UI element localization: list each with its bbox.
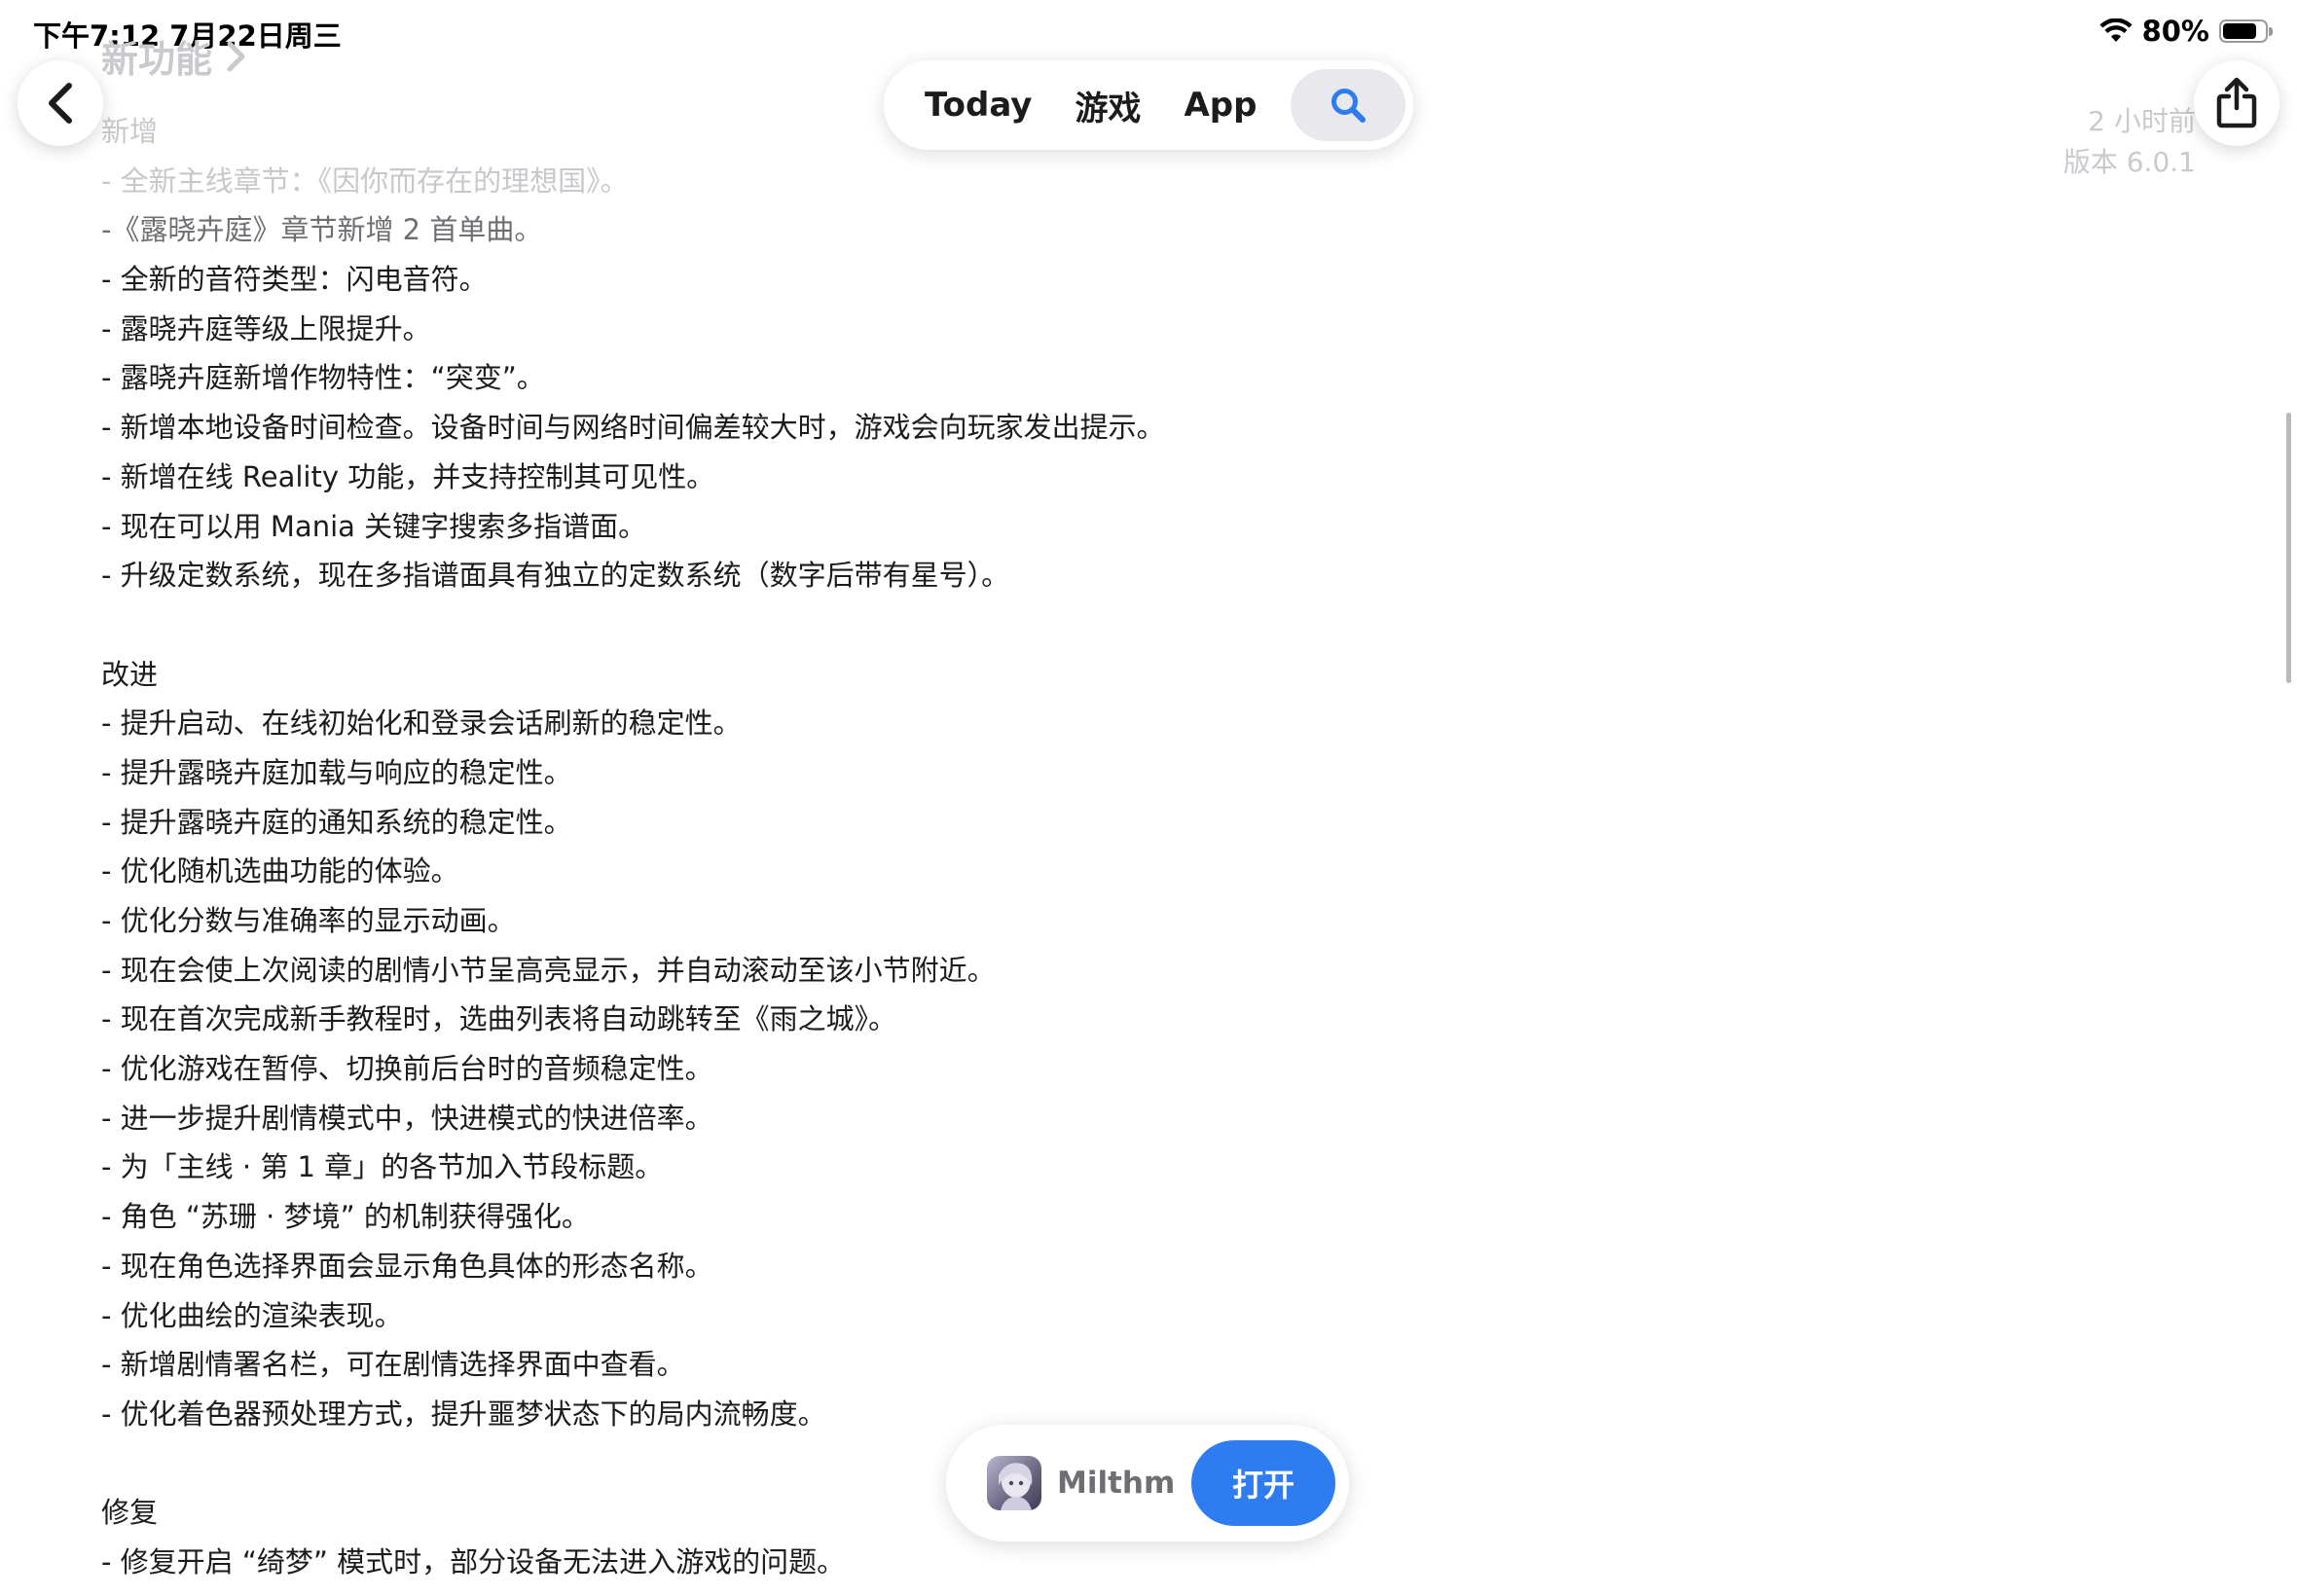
app-open-banner: Milthm 打开 <box>946 1425 1349 1542</box>
note-line: - 全新主线章节：《因你而存在的理想国》。 <box>101 163 629 198</box>
wifi-icon <box>2099 18 2133 42</box>
app-character-icon <box>999 1463 1033 1510</box>
whats-new-title[interactable]: 新功能 <box>101 29 247 83</box>
top-navigation: Today 游戏 App <box>884 60 1413 150</box>
note-line: - 升级定数系统，现在多指谱面具有独立的定数系统（数字后带有星号）。 <box>101 559 1010 593</box>
note-line: - 现在可以用 Mania 关键字搜索多指谱面。 <box>101 509 647 543</box>
chevron-left-icon <box>49 83 72 124</box>
note-line: - 优化游戏在暂停、切换前后台时的音频稳定性。 <box>101 1052 713 1086</box>
note-line: - 现在首次完成新手教程时，选曲列表将自动跳转至《雨之城》。 <box>101 1002 897 1036</box>
note-line: -《露晓卉庭》章节新增 2 首单曲。 <box>101 213 543 247</box>
app-icon <box>987 1456 1041 1510</box>
note-line: - 现在会使上次阅读的剧情小节呈高亮显示，并自动滚动至该小节附近。 <box>101 953 996 987</box>
battery-level-fill <box>2223 23 2256 39</box>
note-line: - 露晓卉庭新增作物特性：“突变”。 <box>101 361 545 395</box>
release-meta: 2 小时前 版本 6.0.1 <box>2063 101 2196 183</box>
note-line: - 现在角色选择界面会显示角色具体的形态名称。 <box>101 1249 713 1283</box>
battery-icon <box>2219 19 2273 43</box>
tab-games[interactable]: 游戏 <box>1053 82 1162 129</box>
status-indicators: 80% <box>2099 14 2273 49</box>
note-line: - 新增本地设备时间检查。设备时间与网络时间偏差较大时，游戏会向玩家发出提示。 <box>101 411 1165 445</box>
note-line: - 优化分数与准确率的显示动画。 <box>101 904 516 937</box>
note-line: - 露晓卉庭等级上限提升。 <box>101 311 431 345</box>
improved-heading: 改进 <box>101 657 159 691</box>
scroll-indicator[interactable] <box>2286 413 2291 683</box>
note-line: - 提升露晓卉庭的通知系统的稳定性。 <box>101 805 572 839</box>
note-line: - 为「主线 · 第 1 章」的各节加入节段标题。 <box>101 1150 664 1184</box>
battery-percentage: 80% <box>2141 15 2209 48</box>
chevron-right-icon <box>227 41 245 71</box>
release-version: 版本 6.0.1 <box>2062 146 2196 178</box>
release-time-ago: 2 小时前 <box>2088 105 2196 137</box>
back-button[interactable] <box>18 60 103 146</box>
note-line: - 新增剧情署名栏，可在剧情选择界面中查看。 <box>101 1348 685 1382</box>
app-store-release-notes-page: 下午7:12 7月22日周三 80% 新功能 2 小时前 版本 6.0.1 新增… <box>0 0 2297 1596</box>
note-line: - 优化随机选曲功能的体验。 <box>101 854 459 889</box>
note-line: - 优化曲绘的渲染表现。 <box>101 1298 403 1332</box>
note-line: - 进一步提升剧情模式中，快进模式的快进倍率。 <box>101 1101 713 1135</box>
whats-new-title-text: 新功能 <box>101 38 213 81</box>
note-line: - 提升露晓卉庭加载与响应的稳定性。 <box>101 755 572 789</box>
note-line: - 修复开启 “绮梦” 模式时，部分设备无法进入游戏的问题。 <box>101 1544 846 1578</box>
tab-today[interactable]: Today <box>903 86 1053 125</box>
tab-apps[interactable]: App <box>1162 86 1278 125</box>
share-button[interactable] <box>2194 60 2279 146</box>
open-app-button[interactable]: 打开 <box>1191 1440 1335 1526</box>
release-notes: 新增 - 全新主线章节：《因你而存在的理想国》。 -《露晓卉庭》章节新增 2 首… <box>101 107 2028 1587</box>
share-icon <box>2216 77 2257 128</box>
note-line: - 角色 “苏珊 · 梦境” 的机制获得强化。 <box>101 1200 590 1234</box>
note-line: - 提升启动、在线初始化和登录会话刷新的稳定性。 <box>101 707 742 741</box>
tab-search[interactable] <box>1291 69 1405 141</box>
note-line: - 全新的音符类型：闪电音符。 <box>101 263 488 297</box>
app-name: Milthm <box>1057 1466 1176 1501</box>
note-line: - 新增在线 Reality 功能，并支持控制其可见性。 <box>101 459 715 493</box>
search-icon <box>1331 89 1366 123</box>
